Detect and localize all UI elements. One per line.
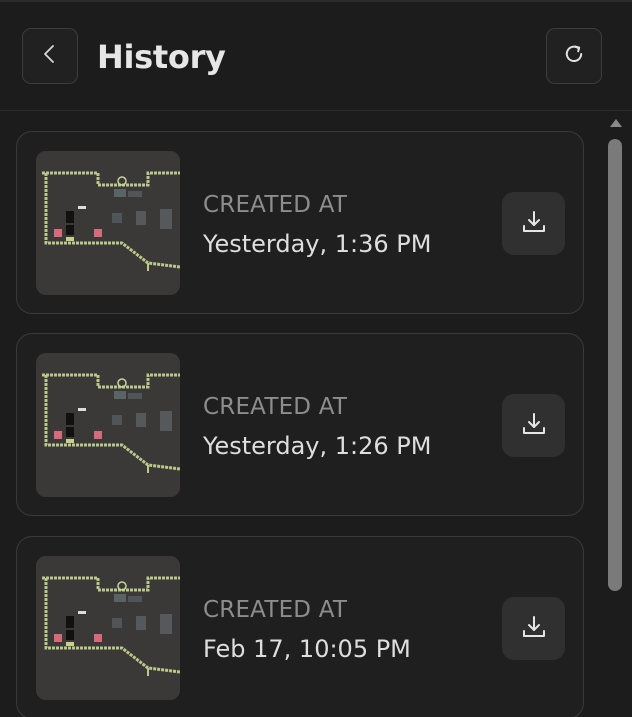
level-thumbnail: [36, 353, 180, 497]
history-item: CREATED AT Yesterday, 1:36 PM: [16, 131, 584, 314]
created-at-value: Feb 17, 10:05 PM: [203, 635, 411, 663]
created-at-value: Yesterday, 1:26 PM: [203, 432, 432, 460]
scrollbar-thumb[interactable]: [608, 139, 622, 591]
history-item: CREATED AT Yesterday, 1:26 PM: [16, 333, 584, 516]
page-title: History: [97, 38, 226, 76]
chevron-left-icon: [39, 43, 61, 69]
download-button[interactable]: [502, 394, 565, 457]
download-icon: [520, 208, 548, 240]
scroll-up-arrow-icon[interactable]: [610, 119, 622, 127]
created-at-label: CREATED AT: [203, 394, 348, 420]
header: History: [0, 2, 632, 111]
download-button[interactable]: [502, 597, 565, 660]
refresh-button[interactable]: [546, 28, 602, 84]
level-thumbnail: [36, 151, 180, 295]
history-list: CREATED AT Yesterday, 1:36 PM CREATED AT…: [0, 111, 600, 717]
refresh-icon: [562, 42, 586, 70]
history-item: CREATED AT Feb 17, 10:05 PM: [16, 536, 584, 717]
level-thumbnail: [36, 556, 180, 700]
created-at-label: CREATED AT: [203, 192, 348, 218]
vertical-scrollbar[interactable]: [603, 111, 629, 717]
download-icon: [520, 613, 548, 645]
created-at-value: Yesterday, 1:36 PM: [203, 230, 432, 258]
history-window: History CREATED AT Yesterday, 1:36 PM CR…: [0, 0, 632, 717]
download-button[interactable]: [502, 192, 565, 255]
created-at-label: CREATED AT: [203, 597, 348, 623]
back-button[interactable]: [22, 28, 78, 84]
download-icon: [520, 410, 548, 442]
